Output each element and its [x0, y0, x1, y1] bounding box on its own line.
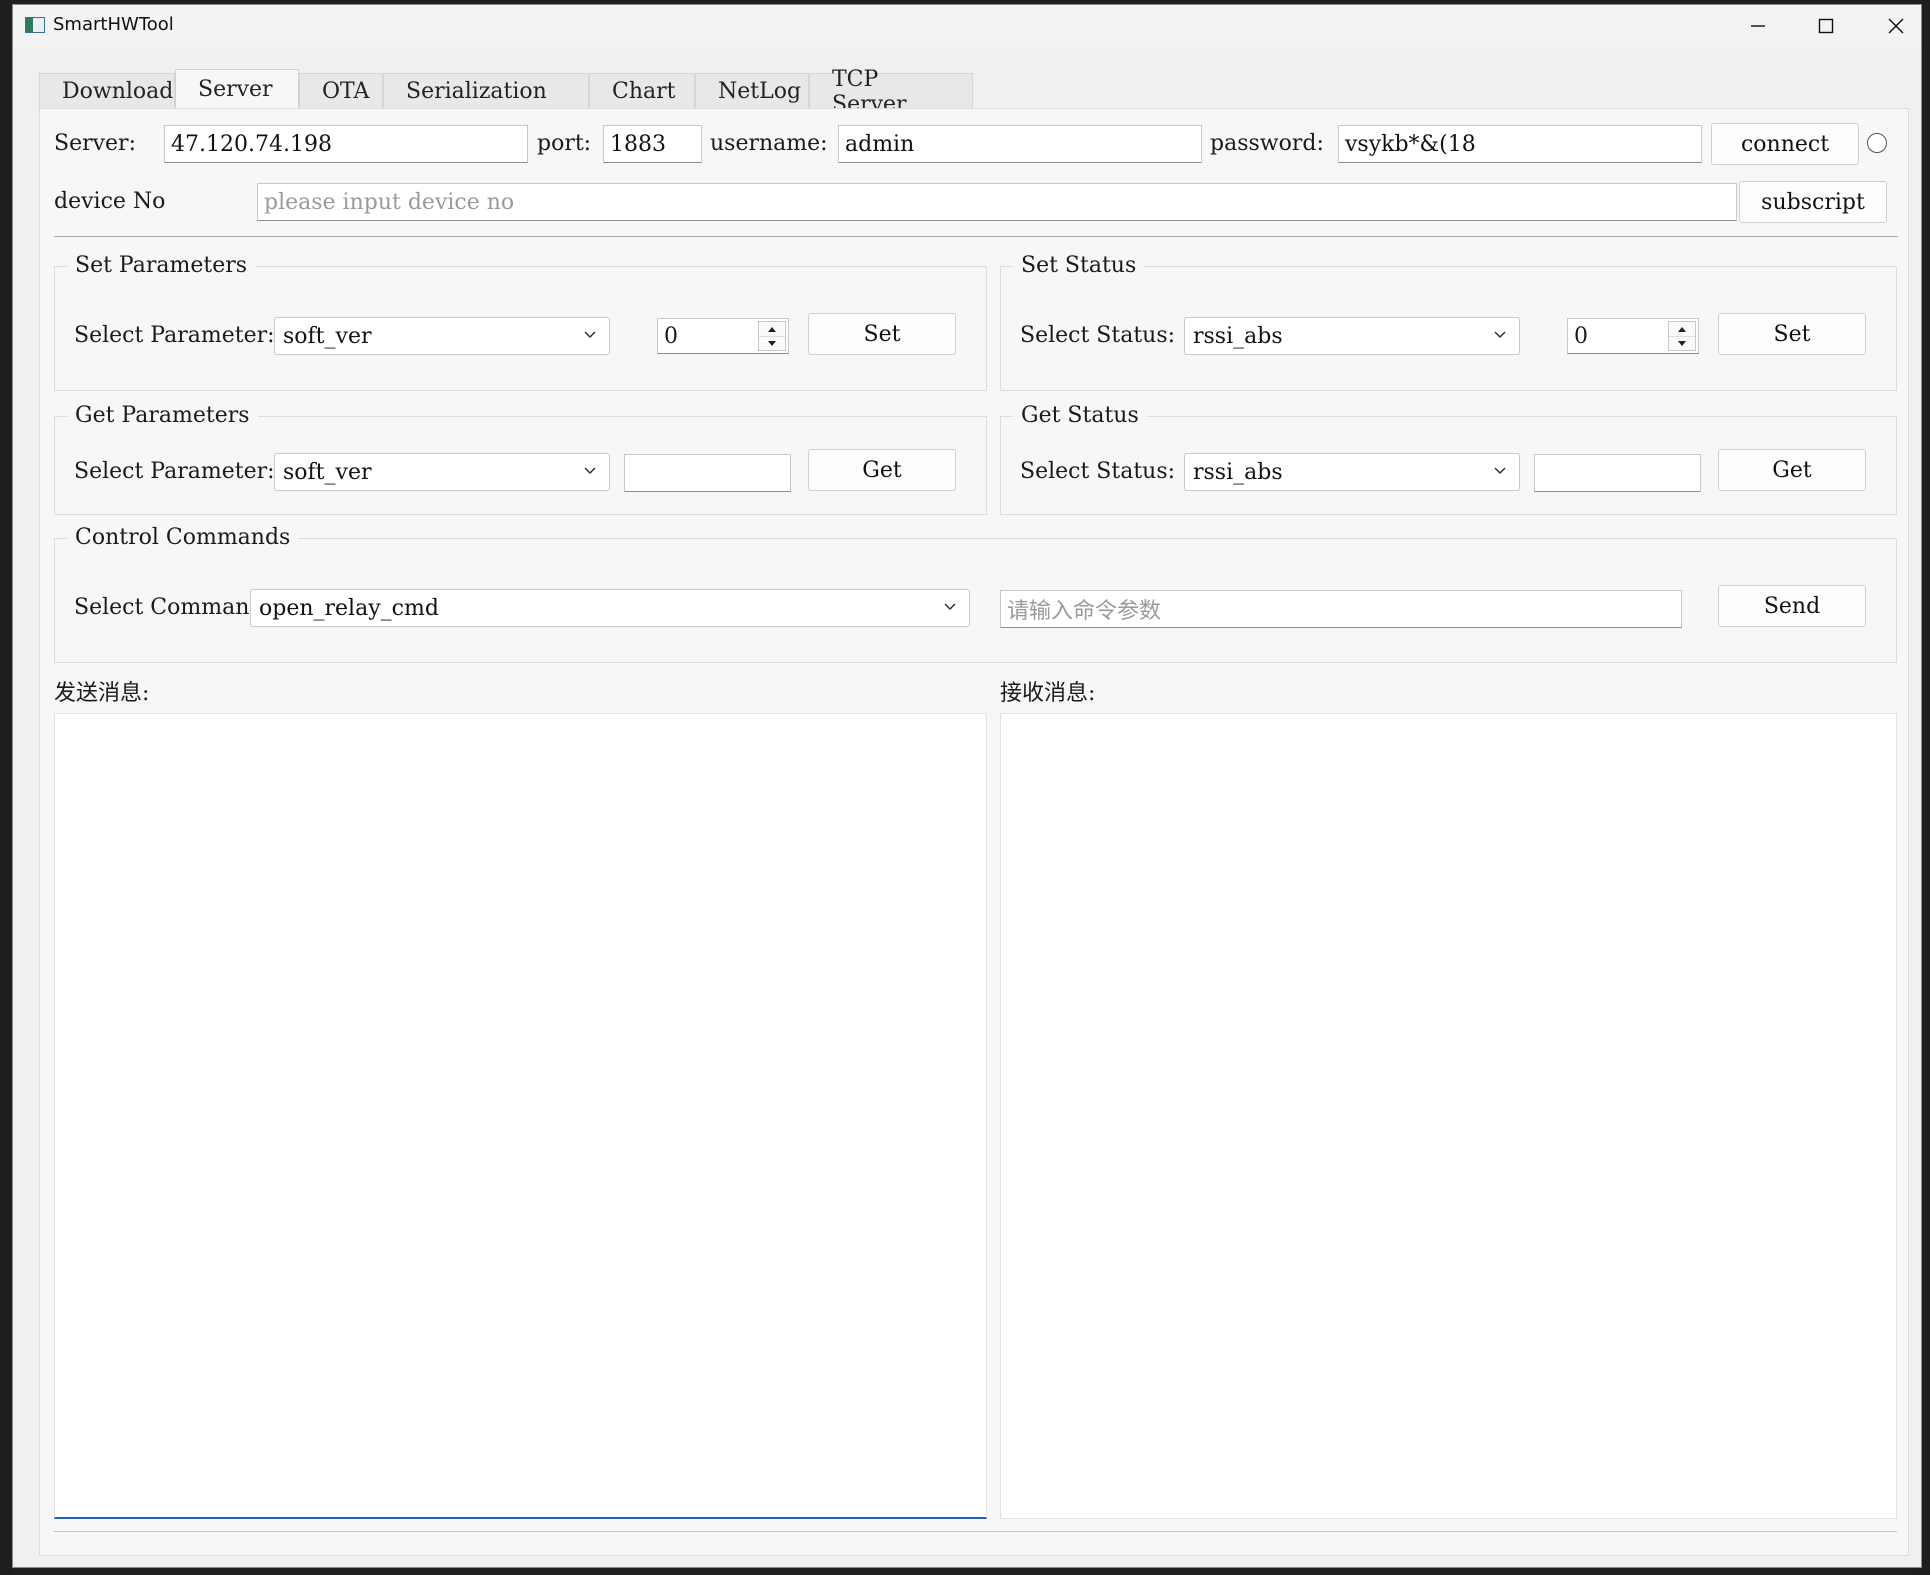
tab-label: Chart: [612, 79, 676, 104]
get-parameter-select[interactable]: soft_ver: [274, 453, 610, 491]
connection-status-radio[interactable]: [1867, 133, 1887, 153]
receive-messages-textarea[interactable]: [1000, 713, 1897, 1519]
tab-server[interactable]: Server: [175, 69, 299, 109]
chevron-down-icon: [1494, 467, 1506, 475]
get-status-value: rssi_abs: [1193, 459, 1283, 485]
triangle-up-icon: [1678, 326, 1686, 332]
spin-arrows: [758, 321, 786, 351]
control-commands-title: Control Commands: [67, 525, 299, 550]
tab-chart[interactable]: Chart: [589, 73, 695, 109]
get-parameter-result[interactable]: [624, 454, 791, 492]
tab-ota[interactable]: OTA: [299, 73, 383, 109]
server-label: Server:: [54, 131, 136, 156]
set-parameter-value: soft_ver: [283, 323, 372, 349]
connect-button[interactable]: connect: [1711, 123, 1859, 165]
desktop-background-left: [0, 0, 12, 1575]
separator: [54, 236, 1898, 237]
tab-bar: Download Server OTA Serialization Chart …: [39, 67, 973, 117]
get-parameter-button[interactable]: Get: [808, 449, 956, 491]
set-status-label: Select Status:: [1020, 323, 1176, 348]
port-label: port:: [537, 131, 592, 156]
minimize-icon: [1751, 25, 1765, 27]
tab-serialization[interactable]: Serialization: [383, 73, 589, 109]
set-parameter-button[interactable]: Set: [808, 313, 956, 355]
send-messages-label: 发送消息:: [54, 681, 150, 706]
tab-download[interactable]: Download: [39, 73, 175, 109]
set-status-button[interactable]: Set: [1718, 313, 1866, 355]
triangle-up-icon: [768, 326, 776, 332]
spin-down-button[interactable]: [759, 336, 785, 350]
tab-label: Serialization: [406, 79, 547, 104]
title-bar: SmartHWTool: [13, 5, 1921, 47]
select-command-dropdown[interactable]: open_relay_cmd: [250, 589, 970, 627]
set-parameter-spin-value: 0: [664, 323, 678, 349]
server-tab-panel: Server: 47.120.74.198 port: 1883 usernam…: [39, 108, 1909, 1556]
spin-up-button[interactable]: [1669, 322, 1695, 337]
close-icon: [1888, 18, 1904, 34]
chevron-down-icon: [944, 603, 956, 611]
tab-tcp-server[interactable]: TCP Server: [809, 67, 973, 117]
port-input[interactable]: 1883: [603, 125, 702, 163]
set-status-title: Set Status: [1013, 253, 1145, 278]
maximize-button[interactable]: [1792, 5, 1860, 47]
set-status-spin-value: 0: [1574, 323, 1588, 349]
get-parameters-title: Get Parameters: [67, 403, 258, 428]
bottom-separator: [54, 1531, 1897, 1532]
selected-command-value: open_relay_cmd: [259, 595, 439, 621]
set-status-value: rssi_abs: [1193, 323, 1283, 349]
spin-arrows: [1668, 321, 1696, 351]
username-input[interactable]: admin: [838, 125, 1202, 163]
chevron-down-icon: [584, 331, 596, 339]
receive-messages-label: 接收消息:: [1000, 681, 1096, 706]
command-param-input[interactable]: 请输入命令参数: [1000, 590, 1682, 628]
set-status-spinbox[interactable]: 0: [1567, 318, 1699, 354]
set-parameters-title: Set Parameters: [67, 253, 256, 278]
triangle-down-icon: [768, 340, 776, 346]
app-window: SmartHWTool Download Server OTA Serializ…: [12, 4, 1922, 1568]
set-parameter-spinbox[interactable]: 0: [657, 318, 789, 354]
set-status-select[interactable]: rssi_abs: [1184, 317, 1520, 355]
tab-label: Server: [198, 77, 273, 102]
password-input[interactable]: vsykb*&(18: [1338, 125, 1702, 163]
device-no-label: device No: [54, 189, 166, 214]
set-parameter-select[interactable]: soft_ver: [274, 317, 610, 355]
get-status-title: Get Status: [1013, 403, 1147, 428]
get-status-select[interactable]: rssi_abs: [1184, 453, 1520, 491]
tab-netlog[interactable]: NetLog: [695, 73, 809, 109]
password-label: password:: [1210, 131, 1324, 156]
tab-label: Download: [62, 79, 174, 104]
window-title: SmartHWTool: [53, 14, 174, 35]
get-status-button[interactable]: Get: [1718, 449, 1866, 491]
send-messages-textarea[interactable]: [54, 713, 987, 1519]
chevron-down-icon: [1494, 331, 1506, 339]
spin-up-button[interactable]: [759, 322, 785, 337]
server-input[interactable]: 47.120.74.198: [164, 125, 528, 163]
username-label: username:: [710, 131, 828, 156]
get-parameter-value: soft_ver: [283, 459, 372, 485]
get-parameter-label: Select Parameter:: [74, 459, 275, 484]
close-button[interactable]: [1862, 5, 1930, 47]
tab-label: OTA: [322, 79, 370, 104]
get-status-result[interactable]: [1534, 454, 1701, 492]
get-status-label: Select Status:: [1020, 459, 1176, 484]
subscript-button[interactable]: subscript: [1739, 181, 1887, 223]
select-command-label: Select Command:: [74, 595, 271, 620]
tab-label: NetLog: [718, 79, 802, 104]
chevron-down-icon: [584, 467, 596, 475]
maximize-icon: [1818, 18, 1834, 34]
app-icon: [25, 17, 45, 33]
device-no-input[interactable]: please input device no: [257, 183, 1737, 221]
triangle-down-icon: [1678, 340, 1686, 346]
send-button[interactable]: Send: [1718, 585, 1866, 627]
set-parameter-label: Select Parameter:: [74, 323, 275, 348]
minimize-button[interactable]: [1724, 5, 1792, 47]
spin-down-button[interactable]: [1669, 336, 1695, 350]
